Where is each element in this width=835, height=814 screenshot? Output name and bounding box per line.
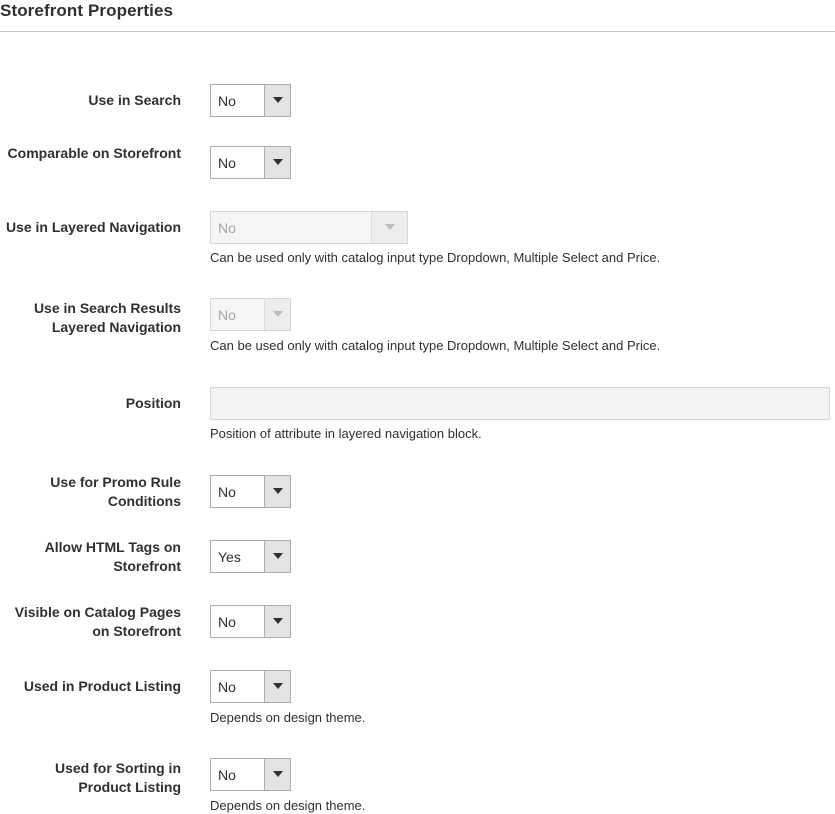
select-value-comparable-on-storefront: No xyxy=(211,147,264,178)
chevron-down-icon[interactable] xyxy=(264,541,290,572)
label-used-for-sorting-in-product-listing: Used for Sorting in Product Listing xyxy=(55,760,181,795)
control-wrapper-use-for-promo-rule-conditions: No xyxy=(210,475,291,508)
chevron-down-icon xyxy=(371,212,407,243)
select-use-in-search-results-layered-navigation: No xyxy=(210,298,291,331)
label-use-in-search-results-layered-navigation: Use in Search Results Layered Navigation xyxy=(33,300,181,335)
select-value-use-in-search-results-layered-navigation: No xyxy=(211,299,264,330)
select-visible-on-catalog-pages-on-storefront[interactable]: No xyxy=(210,605,291,638)
note-used-for-sorting-in-product-listing: Depends on design theme. xyxy=(210,798,366,813)
chevron-down-icon[interactable] xyxy=(264,759,290,790)
label-position: Position xyxy=(125,395,181,411)
control-wrapper-comparable-on-storefront: No xyxy=(210,146,291,179)
control-wrapper-use-in-search: No xyxy=(210,84,291,117)
note-use-in-layered-navigation: Can be used only with catalog input type… xyxy=(210,250,661,265)
select-comparable-on-storefront[interactable]: No xyxy=(210,146,291,179)
chevron-down-icon[interactable] xyxy=(264,85,290,116)
label-use-in-layered-navigation: Use in Layered Navigation xyxy=(5,219,181,235)
label-allow-html-tags-on-storefront: Allow HTML Tags on Storefront xyxy=(44,539,181,574)
control-wrapper-used-in-product-listing: No xyxy=(210,670,291,703)
label-use-for-promo-rule-conditions: Use for Promo Rule Conditions xyxy=(50,474,181,509)
page-title: Storefront Properties xyxy=(0,1,174,20)
chevron-down-icon[interactable] xyxy=(264,147,290,178)
control-wrapper-use-in-search-results-layered-navigation: No xyxy=(210,298,291,331)
select-used-for-sorting-in-product-listing[interactable]: No xyxy=(210,758,291,791)
chevron-down-icon[interactable] xyxy=(264,671,290,702)
chevron-down-icon[interactable] xyxy=(264,606,290,637)
label-used-in-product-listing: Used in Product Listing xyxy=(23,678,181,694)
note-used-in-product-listing: Depends on design theme. xyxy=(210,710,366,725)
control-wrapper-visible-on-catalog-pages-on-storefront: No xyxy=(210,605,291,638)
select-value-use-in-layered-navigation: No xyxy=(211,212,371,243)
select-value-allow-html-tags-on-storefront: Yes xyxy=(211,541,264,572)
label-visible-on-catalog-pages-on-storefront: Visible on Catalog Pages on Storefront xyxy=(14,604,181,639)
select-use-in-layered-navigation: No xyxy=(210,211,408,244)
control-wrapper-position xyxy=(210,387,830,420)
note-use-in-search-results-layered-navigation: Can be used only with catalog input type… xyxy=(210,338,661,353)
chevron-down-icon[interactable] xyxy=(264,476,290,507)
control-wrapper-used-for-sorting-in-product-listing: No xyxy=(210,758,291,791)
control-wrapper-allow-html-tags-on-storefront: Yes xyxy=(210,540,291,573)
label-use-in-search: Use in Search xyxy=(88,92,181,108)
select-value-use-for-promo-rule-conditions: No xyxy=(211,476,264,507)
select-allow-html-tags-on-storefront[interactable]: Yes xyxy=(210,540,291,573)
note-position: Position of attribute in layered navigat… xyxy=(210,426,482,441)
select-value-used-for-sorting-in-product-listing: No xyxy=(211,759,264,790)
control-wrapper-use-in-layered-navigation: No xyxy=(210,211,408,244)
section-header: Storefront Properties xyxy=(0,0,835,34)
chevron-down-icon xyxy=(264,299,290,330)
section-divider xyxy=(0,31,835,32)
storefront-properties-panel: Storefront Properties Use in Search No Com… xyxy=(0,0,835,813)
select-used-in-product-listing[interactable]: No xyxy=(210,670,291,703)
label-comparable-on-storefront: Comparable on Storefront xyxy=(7,145,181,161)
select-use-in-search[interactable]: No xyxy=(210,84,291,117)
select-value-used-in-product-listing: No xyxy=(211,671,264,702)
input-position xyxy=(210,387,830,420)
select-use-for-promo-rule-conditions[interactable]: No xyxy=(210,475,291,508)
select-value-visible-on-catalog-pages-on-storefront: No xyxy=(211,606,264,637)
select-value-use-in-search: No xyxy=(211,85,264,116)
